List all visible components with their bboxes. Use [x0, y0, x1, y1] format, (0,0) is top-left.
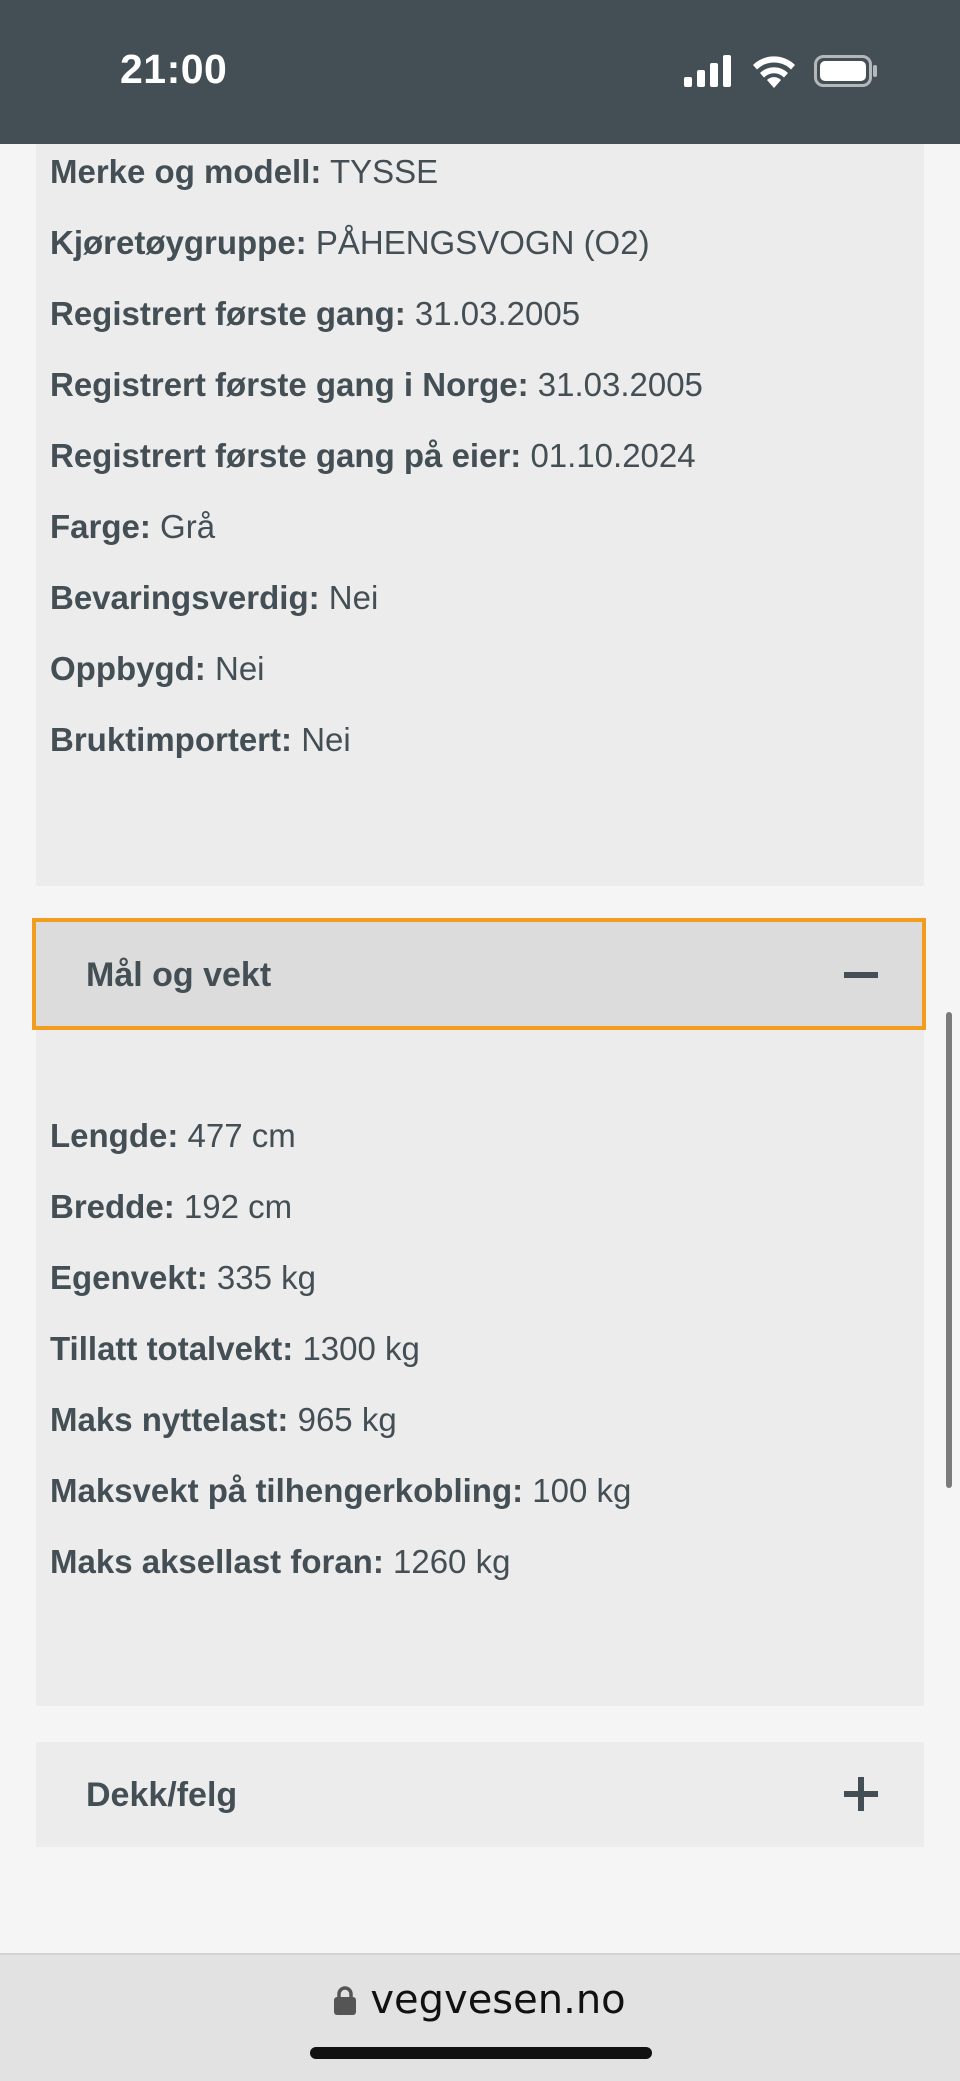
- field-registrert-eier: Registrert første gang på eier: 01.10.20…: [50, 437, 696, 474]
- collapse-minus-icon[interactable]: [844, 958, 878, 992]
- field-bruktimportert: Bruktimportert: Nei: [50, 721, 351, 758]
- field-maks-aksellast-foran: Maks aksellast foran: 1260 kg: [50, 1543, 511, 1580]
- field-bevaringsverdig: Bevaringsverdig: Nei: [50, 579, 379, 616]
- field-maksvekt-tilhengerkobling: Maksvekt på tilhengerkobling: 100 kg: [50, 1472, 632, 1509]
- mal-og-vekt-panel: [36, 918, 924, 1706]
- home-indicator[interactable]: [310, 2047, 652, 2059]
- mal-og-vekt-accordion-header[interactable]: Mål og vekt: [32, 918, 926, 1030]
- field-lengde: Lengde: 477 cm: [50, 1117, 296, 1154]
- url-container[interactable]: vegvesen.no: [0, 1977, 960, 2023]
- dekk-felg-accordion-header[interactable]: Dekk/felg: [36, 1742, 924, 1847]
- status-bar: 21:00: [0, 0, 960, 144]
- browser-address-bar[interactable]: vegvesen.no: [0, 1953, 960, 2081]
- status-icons: [684, 54, 878, 88]
- field-kjoretoygruppe: Kjøretøygruppe: PÅHENGSVOGN (O2): [50, 224, 650, 261]
- field-oppbygd: Oppbygd: Nei: [50, 650, 265, 687]
- wifi-icon: [753, 56, 795, 88]
- field-maks-nyttelast: Maks nyttelast: 965 kg: [50, 1401, 397, 1438]
- dekk-felg-title: Dekk/felg: [86, 1776, 238, 1814]
- expand-plus-icon[interactable]: [844, 1777, 878, 1811]
- field-bredde: Bredde: 192 cm: [50, 1188, 293, 1225]
- url-text[interactable]: vegvesen.no: [370, 1977, 625, 2023]
- scrollbar[interactable]: [946, 1012, 952, 1488]
- field-merke-modell: Merke og modell: TYSSE: [50, 153, 439, 190]
- status-time: 21:00: [120, 46, 228, 92]
- field-registrert-norge: Registrert første gang i Norge: 31.03.20…: [50, 366, 703, 403]
- mal-og-vekt-title: Mål og vekt: [86, 956, 272, 994]
- field-egenvekt: Egenvekt: 335 kg: [50, 1259, 316, 1296]
- cellular-signal-icon: [684, 55, 731, 87]
- field-tillatt-totalvekt: Tillatt totalvekt: 1300 kg: [50, 1330, 420, 1367]
- field-farge: Farge: Grå: [50, 508, 216, 545]
- battery-icon: [814, 55, 877, 87]
- lock-icon: [334, 1986, 357, 2015]
- field-registrert-forste-gang: Registrert første gang: 31.03.2005: [50, 295, 581, 332]
